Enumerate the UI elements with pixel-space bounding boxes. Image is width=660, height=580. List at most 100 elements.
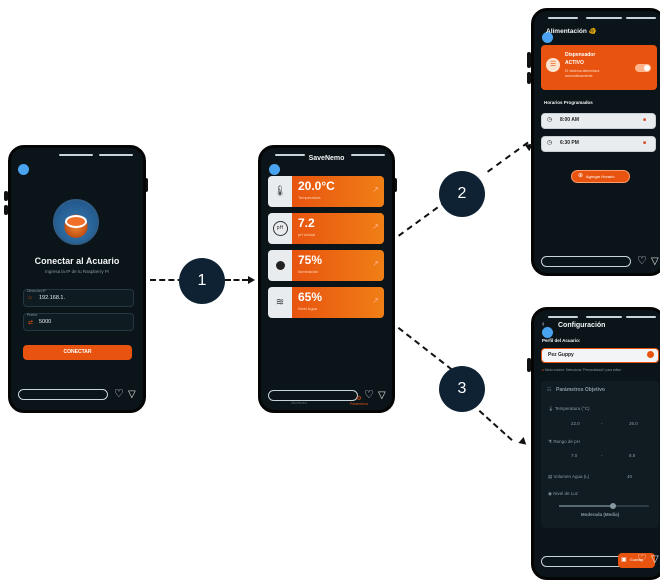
params-heading: Parámetros Objetivo bbox=[556, 387, 605, 393]
bulb-icon bbox=[268, 250, 292, 281]
light-label: ◉ Nivel de Luz bbox=[548, 491, 578, 497]
schedule-heading: Horarios Programados bbox=[544, 100, 593, 105]
card-body: 7.2 pH Actual ↗ bbox=[292, 213, 384, 244]
step-circle-3: 3 bbox=[439, 366, 485, 412]
temp-max[interactable]: 26.0 bbox=[629, 421, 638, 426]
trend-icon: ↗ bbox=[372, 296, 379, 305]
water-card[interactable]: ≋ 65% Nivel Agua ↗ bbox=[268, 287, 384, 318]
volume-label-text: Volumen Agua (L) bbox=[553, 474, 590, 479]
filter-icon[interactable]: ▽ bbox=[378, 391, 386, 401]
flow-arrow-3 bbox=[478, 410, 513, 441]
thermometer-icon: 🌡 bbox=[548, 406, 554, 411]
temp-label-text: Temperatura (°C) bbox=[554, 406, 590, 411]
ph-label-text: Rango de pH bbox=[553, 439, 580, 444]
water-icon: ≋ bbox=[268, 287, 292, 318]
profile-hint-text: Modo custom: Selecciona "Personalizado" … bbox=[544, 368, 621, 372]
flow-arrow-2 bbox=[487, 141, 529, 173]
light-slider-fill bbox=[559, 505, 613, 507]
tab-parameters[interactable]: ⚙ Parámetros bbox=[339, 396, 379, 406]
light-slider[interactable] bbox=[559, 503, 649, 509]
light-label: Iluminación bbox=[298, 269, 319, 274]
dispenser-card: ☰ Dispensador ACTIVO El sistema alimenta… bbox=[541, 45, 657, 90]
info-icon: ● bbox=[542, 368, 544, 372]
volume-label: ▤ Volumen Agua (L) bbox=[548, 474, 589, 480]
clownfish-icon bbox=[65, 215, 87, 228]
tab-monitoring[interactable]: Monitoreo bbox=[279, 401, 319, 405]
heart-icon[interactable]: ♡ bbox=[114, 389, 124, 400]
schedule-row[interactable]: ◷ 8:00 AM ■ bbox=[541, 113, 656, 129]
status-bar bbox=[548, 316, 578, 318]
temperature-label: Temperatura bbox=[298, 195, 321, 200]
port-label: Puerto bbox=[27, 313, 38, 317]
ph-label: ⚗ Rango de pH bbox=[548, 439, 580, 445]
params-panel: ☷ Parámetros Objetivo 🌡 Temperatura (°C)… bbox=[541, 381, 659, 528]
thermometer-icon: 🌡 bbox=[268, 176, 292, 207]
card-body: 65% Nivel Agua ↗ bbox=[292, 287, 384, 318]
gesture-bar[interactable] bbox=[18, 389, 108, 400]
light-value: 75% bbox=[298, 253, 323, 267]
camera-dot bbox=[269, 164, 280, 175]
step-circle-1: 1 bbox=[179, 258, 225, 304]
gesture-bar[interactable] bbox=[541, 256, 631, 267]
login-subtitle: Ingresa la IP de tu Raspberry Pi bbox=[45, 269, 109, 274]
dispenser-toggle[interactable] bbox=[635, 64, 651, 72]
heart-icon[interactable]: ♡ bbox=[637, 256, 647, 267]
tab-parameters-label: Parámetros bbox=[349, 402, 369, 406]
clock-icon: ◷ bbox=[547, 117, 553, 123]
save-icon: ▣ bbox=[621, 557, 627, 563]
add-schedule-button[interactable]: ⊕ Agregar Horario bbox=[571, 170, 630, 183]
connect-button[interactable]: CONECTAR bbox=[23, 345, 132, 360]
ip-field[interactable]: Dirección IP ⌂ 192.168.1. bbox=[23, 289, 134, 307]
temp-separator: - bbox=[601, 421, 603, 426]
config-title: Configuración bbox=[558, 322, 606, 329]
port-field[interactable]: Puerto ⇄ 5000 bbox=[23, 313, 134, 331]
ip-label: Dirección IP bbox=[27, 289, 46, 293]
toggle-knob bbox=[644, 65, 650, 71]
schedule-time: 6:30 PM bbox=[560, 140, 579, 146]
profile-label: Perfil del Acuario: bbox=[542, 338, 581, 343]
ph-value: 7.2 bbox=[298, 216, 315, 230]
port-icon: ⇄ bbox=[28, 320, 34, 326]
status-bar bbox=[59, 154, 93, 156]
delete-icon[interactable]: ■ bbox=[643, 140, 646, 146]
schedule-row[interactable]: ◷ 6:30 PM ■ bbox=[541, 136, 656, 152]
light-card[interactable]: 75% Iluminación ↗ bbox=[268, 250, 384, 281]
filter-icon[interactable]: ▽ bbox=[128, 390, 136, 400]
card-body: 75% Iluminación ↗ bbox=[292, 250, 384, 281]
clock-icon: ◷ bbox=[547, 140, 553, 146]
temperature-card[interactable]: 🌡 20.0°C Temperatura ↗ bbox=[268, 176, 384, 207]
arrowhead bbox=[248, 276, 255, 284]
ph-min[interactable]: 7.0 bbox=[571, 453, 577, 458]
ph-separator: - bbox=[601, 453, 603, 458]
filter-icon[interactable]: ▽ bbox=[651, 555, 659, 565]
light-icon: ◉ bbox=[548, 491, 552, 496]
ph-card[interactable]: pH 7.2 pH Actual ↗ bbox=[268, 213, 384, 244]
light-slider-thumb[interactable] bbox=[610, 503, 616, 509]
dispenser-note: El sistema alimentará automáticamente bbox=[565, 69, 600, 78]
temp-min[interactable]: 22.0 bbox=[571, 421, 580, 426]
sliders-icon: ☷ bbox=[547, 387, 552, 393]
dropdown-icon bbox=[647, 351, 654, 358]
port-value: 5000 bbox=[39, 319, 52, 325]
trend-icon: ↗ bbox=[372, 222, 379, 231]
camera-dot bbox=[542, 327, 553, 338]
profile-value: Pez Guppy bbox=[548, 352, 574, 358]
filter-icon[interactable]: ▽ bbox=[651, 257, 659, 267]
profile-select[interactable]: Pez Guppy bbox=[541, 348, 659, 363]
temp-label: 🌡 Temperatura (°C) bbox=[548, 406, 589, 412]
login-title: Conectar al Acuario bbox=[34, 256, 120, 266]
app-logo bbox=[53, 199, 99, 245]
login-phone: Conectar al Acuario Ingresa la IP de tu … bbox=[8, 145, 146, 413]
schedule-time: 8:00 AM bbox=[560, 117, 579, 123]
status-bar bbox=[626, 17, 656, 19]
volume-value[interactable]: 40 bbox=[627, 474, 632, 479]
light-label-text: Nivel de Luz bbox=[553, 491, 578, 496]
ph-max[interactable]: 8.5 bbox=[629, 453, 635, 458]
heart-icon[interactable]: ♡ bbox=[637, 554, 647, 565]
delete-icon[interactable]: ■ bbox=[643, 117, 646, 123]
network-icon: ⌂ bbox=[28, 295, 32, 301]
flow-arrow-3 bbox=[397, 327, 453, 371]
camera-dot bbox=[18, 164, 29, 175]
light-value: Moderada (Media) bbox=[580, 512, 620, 517]
back-icon[interactable]: ‹ bbox=[542, 321, 544, 328]
